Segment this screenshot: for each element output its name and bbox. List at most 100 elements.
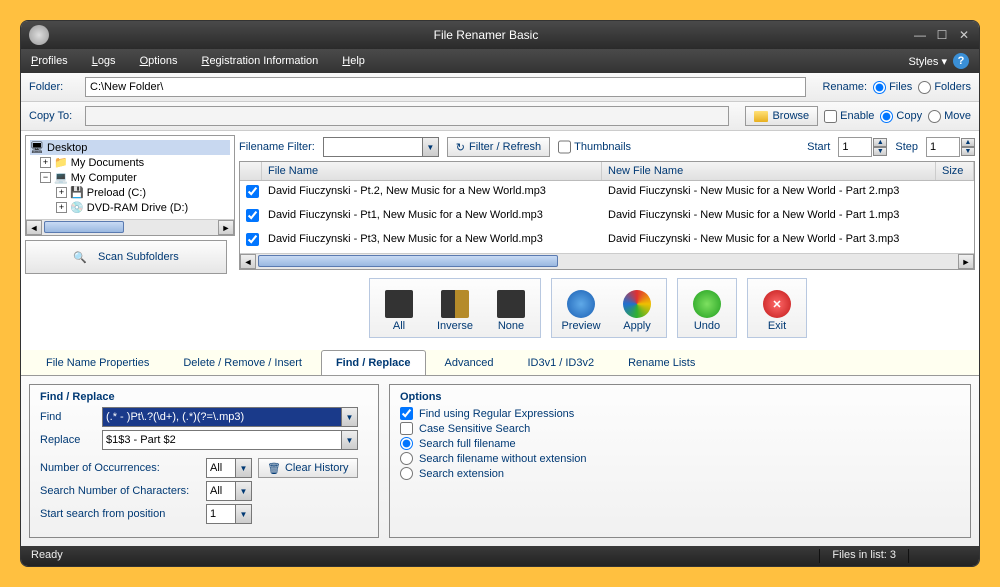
preview-icon bbox=[567, 290, 595, 318]
enable-checkbox[interactable]: Enable bbox=[824, 110, 874, 123]
replace-input[interactable] bbox=[102, 430, 342, 450]
menu-logs[interactable]: Logs bbox=[92, 55, 116, 67]
find-input[interactable] bbox=[102, 407, 342, 427]
menu-profiles[interactable]: Profiles bbox=[31, 55, 68, 67]
menubar: Profiles Logs Options Registration Infor… bbox=[21, 49, 979, 73]
window-title: File Renamer Basic bbox=[59, 28, 913, 42]
refresh-icon: ↻ bbox=[456, 141, 465, 154]
filter-input[interactable] bbox=[323, 137, 423, 157]
row-checkbox[interactable] bbox=[246, 233, 259, 246]
clear-history-button[interactable]: 🗑Clear History bbox=[258, 458, 358, 478]
row-checkbox[interactable] bbox=[246, 185, 259, 198]
close-button[interactable]: ✕ bbox=[957, 28, 971, 42]
copy-radio[interactable]: Copy bbox=[880, 110, 922, 123]
rename-folders-radio[interactable]: Folders bbox=[918, 81, 971, 94]
step-input[interactable] bbox=[926, 137, 960, 157]
folder-tree-panel: 🖥 Desktop +📁 My Documents−💻 My Computer+… bbox=[25, 135, 235, 236]
minimize-button[interactable]: — bbox=[913, 28, 927, 42]
start-position-input[interactable] bbox=[206, 504, 236, 524]
tree-item[interactable]: +📁 My Documents bbox=[30, 155, 230, 170]
menu-options[interactable]: Options bbox=[140, 55, 178, 67]
tree-item[interactable]: +💿 DVD-RAM Drive (D:) bbox=[30, 200, 230, 215]
search-ext-radio[interactable] bbox=[400, 467, 413, 480]
tab-find-replace[interactable]: Find / Replace bbox=[321, 350, 426, 375]
select-all-button[interactable]: All bbox=[373, 282, 425, 334]
grid-scrollbar: ◄ ► bbox=[240, 253, 974, 269]
browse-button[interactable]: Browse bbox=[745, 106, 818, 126]
docs-icon: 📁 bbox=[54, 156, 68, 169]
tree-toggle[interactable]: − bbox=[40, 172, 51, 183]
col-filename[interactable]: File Name bbox=[262, 162, 602, 180]
desktop-icon: 🖥 bbox=[30, 141, 44, 154]
regex-checkbox[interactable] bbox=[400, 407, 413, 420]
app-icon bbox=[29, 25, 49, 45]
undo-button[interactable]: Undo bbox=[681, 282, 733, 334]
replace-dropdown[interactable]: ▼ bbox=[342, 430, 358, 450]
search-full-radio[interactable] bbox=[400, 437, 413, 450]
tree-toggle[interactable]: + bbox=[56, 202, 67, 213]
rename-label: Rename: bbox=[822, 81, 867, 93]
case-checkbox[interactable] bbox=[400, 422, 413, 435]
exit-button[interactable]: ✕Exit bbox=[751, 282, 803, 334]
maximize-button[interactable]: ☐ bbox=[935, 28, 949, 42]
tab-id3[interactable]: ID3v1 / ID3v2 bbox=[512, 350, 609, 375]
tree-item[interactable]: +💾 Preload (C:) bbox=[30, 185, 230, 200]
scroll-thumb[interactable] bbox=[44, 221, 124, 233]
tree-toggle[interactable]: + bbox=[40, 157, 51, 168]
computer-icon: 💻 bbox=[54, 171, 68, 184]
filter-dropdown[interactable]: ▼ bbox=[423, 137, 439, 157]
tree-root[interactable]: 🖥 Desktop bbox=[30, 140, 230, 155]
step-up[interactable]: ▲ bbox=[961, 138, 975, 147]
select-none-button[interactable]: None bbox=[485, 282, 537, 334]
tab-delete-remove[interactable]: Delete / Remove / Insert bbox=[168, 350, 317, 375]
search-num-chars-input[interactable] bbox=[206, 481, 236, 501]
folder-tree: 🖥 Desktop +📁 My Documents−💻 My Computer+… bbox=[26, 136, 234, 219]
rename-files-radio[interactable]: Files bbox=[873, 81, 912, 94]
grid-scroll-thumb[interactable] bbox=[258, 255, 558, 267]
help-icon[interactable]: ? bbox=[953, 53, 969, 69]
row-checkbox[interactable] bbox=[246, 209, 259, 222]
start-down[interactable]: ▼ bbox=[873, 147, 887, 156]
move-radio[interactable]: Move bbox=[928, 110, 971, 123]
table-row[interactable]: David Fiuczynski - Pt.2, New Music for a… bbox=[240, 181, 974, 205]
tab-advanced[interactable]: Advanced bbox=[430, 350, 509, 375]
thumbnails-checkbox[interactable]: Thumbnails bbox=[558, 137, 631, 157]
apply-button[interactable]: Apply bbox=[611, 282, 663, 334]
col-newfilename[interactable]: New File Name bbox=[602, 162, 936, 180]
panel-title: Find / Replace bbox=[40, 391, 368, 403]
search-noext-radio[interactable] bbox=[400, 452, 413, 465]
preview-button[interactable]: Preview bbox=[555, 282, 607, 334]
col-size[interactable]: Size bbox=[936, 162, 974, 180]
find-dropdown[interactable]: ▼ bbox=[342, 407, 358, 427]
file-grid: File Name New File Name Size David Fiucz… bbox=[239, 161, 975, 270]
menu-styles[interactable]: Styles ▾ bbox=[908, 55, 947, 68]
menu-registration[interactable]: Registration Information bbox=[201, 55, 318, 67]
scroll-left-button[interactable]: ◄ bbox=[26, 220, 42, 235]
table-row[interactable]: David Fiuczynski - Pt1, New Music for a … bbox=[240, 205, 974, 229]
scroll-right-button[interactable]: ► bbox=[218, 220, 234, 235]
step-label: Step bbox=[895, 141, 918, 153]
grid-scroll-right[interactable]: ► bbox=[958, 254, 974, 269]
tree-toggle[interactable]: + bbox=[56, 187, 67, 198]
copyto-input[interactable] bbox=[85, 106, 729, 126]
undo-icon bbox=[693, 290, 721, 318]
menu-help[interactable]: Help bbox=[342, 55, 365, 67]
statusbar: Ready Files in list: 3 bbox=[21, 546, 979, 566]
tab-rename-lists[interactable]: Rename Lists bbox=[613, 350, 710, 375]
tab-filename-properties[interactable]: File Name Properties bbox=[31, 350, 164, 375]
step-down[interactable]: ▼ bbox=[961, 147, 975, 156]
scan-subfolders-button[interactable]: 🔍 Scan Subfolders bbox=[25, 240, 227, 274]
col-checkbox[interactable] bbox=[240, 162, 262, 180]
folder-label: Folder: bbox=[29, 81, 79, 93]
num-occurrences-input[interactable] bbox=[206, 458, 236, 478]
filter-refresh-button[interactable]: ↻Filter / Refresh bbox=[447, 137, 550, 157]
tree-item[interactable]: −💻 My Computer bbox=[30, 170, 230, 185]
scan-icon: 🔍 bbox=[73, 251, 87, 264]
start-input[interactable] bbox=[838, 137, 872, 157]
table-row[interactable]: David Fiuczynski - Pt3, New Music for a … bbox=[240, 229, 974, 253]
start-up[interactable]: ▲ bbox=[873, 138, 887, 147]
grid-scroll-left[interactable]: ◄ bbox=[240, 254, 256, 269]
trash-icon: 🗑 bbox=[267, 462, 281, 475]
select-inverse-button[interactable]: Inverse bbox=[429, 282, 481, 334]
folder-input[interactable] bbox=[85, 77, 806, 97]
